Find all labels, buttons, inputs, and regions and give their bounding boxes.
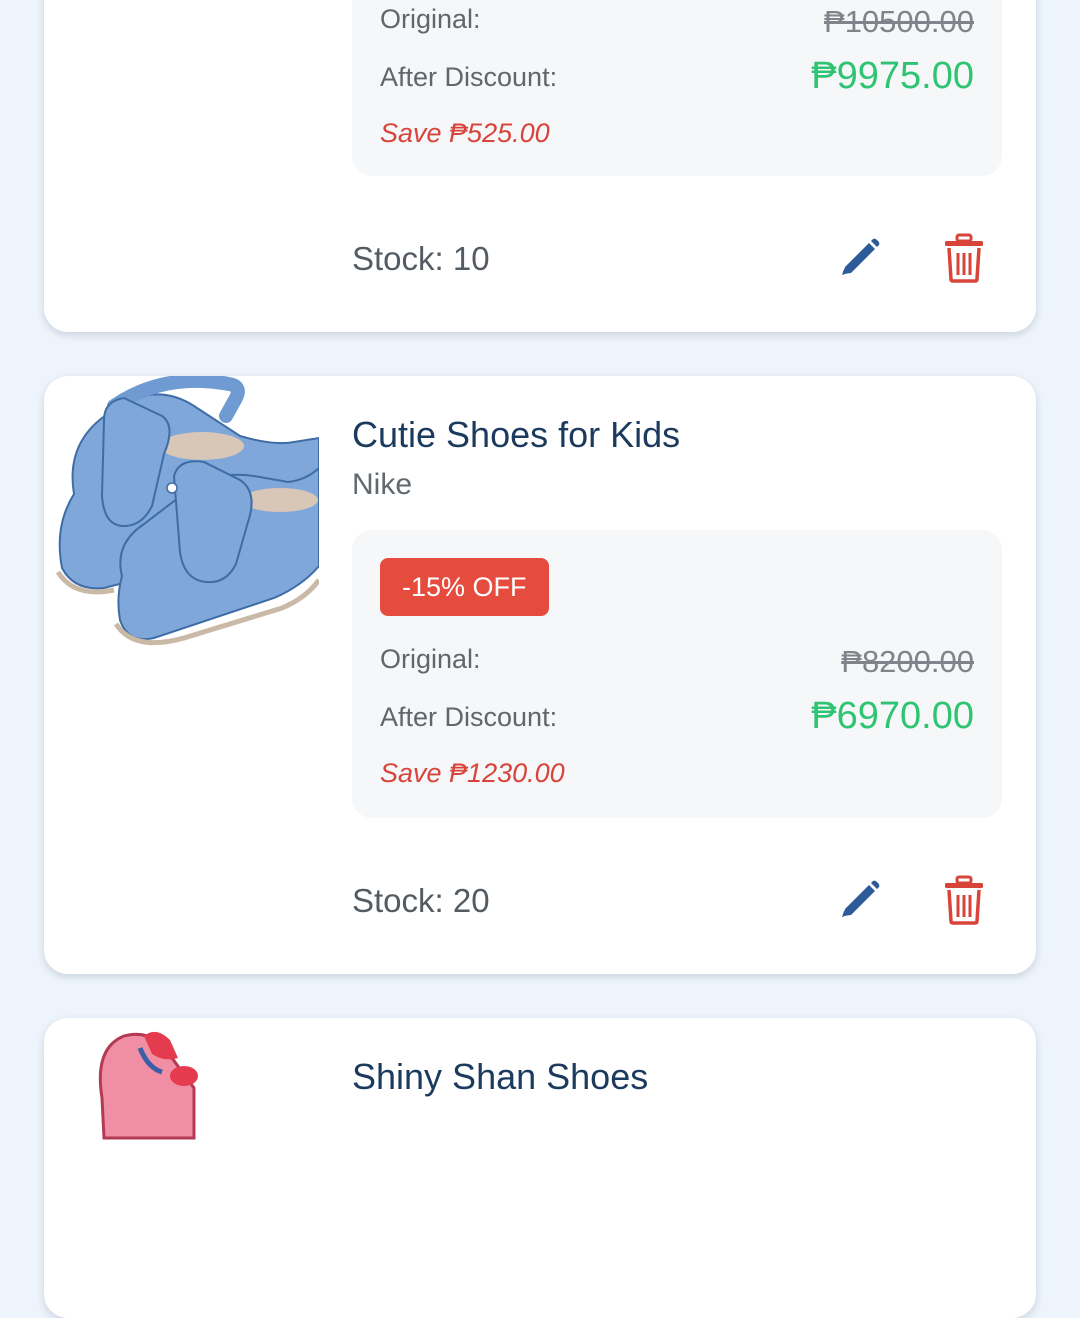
price-box: -15% OFF Original: ₱8200.00 After Discou… <box>352 530 1002 818</box>
product-card: Shiny Shan Shoes <box>44 1018 1036 1318</box>
discounted-price: ₱9975.00 <box>811 55 974 97</box>
product-image <box>44 1018 319 1293</box>
original-price: ₱10500.00 <box>824 4 974 39</box>
trash-icon <box>942 875 986 930</box>
savings-text: Save ₱525.00 <box>380 118 550 148</box>
price-box: Original: ₱10500.00 After Discount: ₱997… <box>352 0 1002 176</box>
after-discount-label: After Discount: <box>380 62 558 92</box>
after-discount-label: After Discount: <box>380 702 558 732</box>
edit-button[interactable] <box>832 232 888 288</box>
discount-badge: -15% OFF <box>380 558 549 616</box>
product-name: Shiny Shan Shoes <box>352 1056 649 1097</box>
pencil-icon <box>835 233 885 288</box>
product-brand: Nike <box>352 468 413 501</box>
edit-button[interactable] <box>832 874 888 930</box>
product-card: Original: ₱10500.00 After Discount: ₱997… <box>44 0 1036 332</box>
pencil-icon <box>835 875 885 930</box>
discounted-price: ₱6970.00 <box>811 695 974 737</box>
delete-button[interactable] <box>936 232 992 288</box>
product-image <box>44 376 319 651</box>
product-name: Cutie Shoes for Kids <box>352 414 681 455</box>
original-price-label: Original: <box>380 644 481 674</box>
original-price: ₱8200.00 <box>841 644 974 679</box>
trash-icon <box>942 233 986 288</box>
delete-button[interactable] <box>936 874 992 930</box>
savings-text: Save ₱1230.00 <box>380 758 565 788</box>
stock-count: Stock: 20 <box>352 882 490 919</box>
original-price-label: Original: <box>380 4 481 34</box>
product-card: Cutie Shoes for Kids Nike -15% OFF Origi… <box>44 376 1036 974</box>
stock-count: Stock: 10 <box>352 240 490 277</box>
